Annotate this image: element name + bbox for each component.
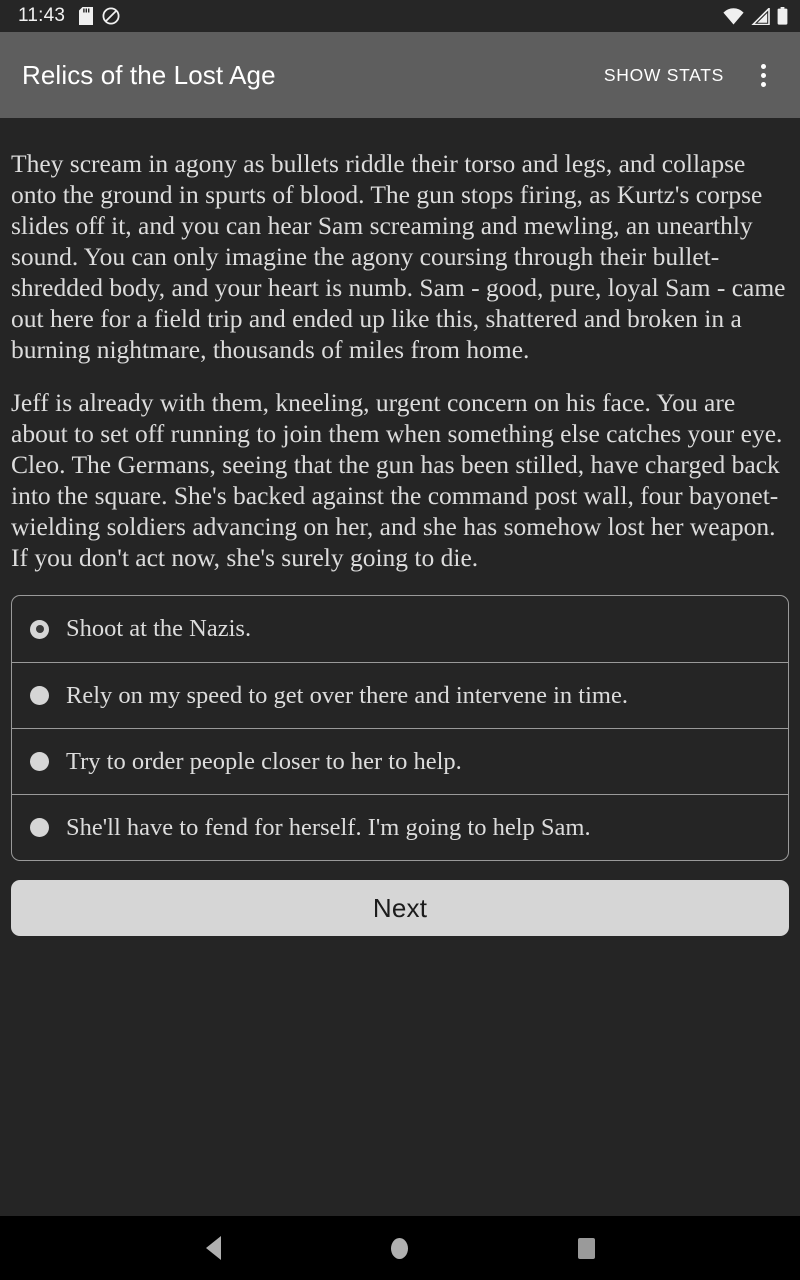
story-content: They scream in agony as bullets riddle t… — [0, 118, 800, 1216]
radio-button-icon[interactable] — [30, 686, 49, 705]
app-bar-actions: SHOW STATS — [592, 52, 786, 98]
radio-button-selected-icon[interactable] — [30, 619, 49, 639]
choice-option-label: Try to order people closer to her to hel… — [66, 747, 462, 775]
page-title: Relics of the Lost Age — [22, 59, 276, 90]
more-vert-dot — [760, 63, 766, 69]
status-bar: 11:43 — [0, 0, 800, 32]
back-glyph — [205, 1236, 221, 1260]
status-clock: 11:43 — [18, 5, 66, 26]
recents-glyph — [578, 1237, 596, 1259]
radio-button-icon[interactable] — [30, 752, 49, 771]
choice-option[interactable]: She'll have to fend for herself. I'm goi… — [12, 794, 788, 860]
recents-square-icon[interactable] — [559, 1220, 615, 1276]
back-triangle-icon[interactable] — [185, 1220, 241, 1276]
choice-option[interactable]: Rely on my speed to get over there and i… — [12, 662, 788, 728]
cell-signal-icon — [751, 7, 770, 25]
battery-icon — [777, 7, 788, 25]
more-vert-icon[interactable] — [740, 52, 786, 98]
choice-option-label: She'll have to fend for herself. I'm goi… — [66, 813, 591, 841]
home-glyph — [391, 1237, 409, 1259]
story-paragraph: Jeff is already with them, kneeling, urg… — [11, 388, 783, 572]
choice-option[interactable]: Try to order people closer to her to hel… — [12, 728, 788, 794]
sd-card-icon — [79, 7, 94, 25]
choice-option-label: Shoot at the Nazis. — [66, 615, 252, 642]
story-paragraph: They scream in agony as bullets riddle t… — [11, 149, 786, 364]
status-left-icons — [79, 7, 120, 25]
home-circle-icon[interactable] — [372, 1220, 428, 1276]
more-vert-dot — [760, 72, 766, 78]
do-not-disturb-icon — [102, 7, 120, 25]
app-bar: Relics of the Lost Age SHOW STATS — [0, 32, 800, 118]
choice-option[interactable]: Shoot at the Nazis. — [12, 596, 788, 662]
show-stats-button[interactable]: SHOW STATS — [592, 55, 736, 96]
wifi-icon — [723, 7, 744, 25]
android-nav-bar — [0, 1216, 800, 1280]
choice-option-label: Rely on my speed to get over there and i… — [66, 681, 628, 709]
next-button[interactable]: Next — [11, 880, 789, 936]
choice-list: Shoot at the Nazis. Rely on my speed to … — [11, 595, 789, 861]
more-vert-dot — [760, 81, 766, 87]
radio-button-icon[interactable] — [30, 818, 49, 837]
status-right-icons — [723, 7, 788, 25]
